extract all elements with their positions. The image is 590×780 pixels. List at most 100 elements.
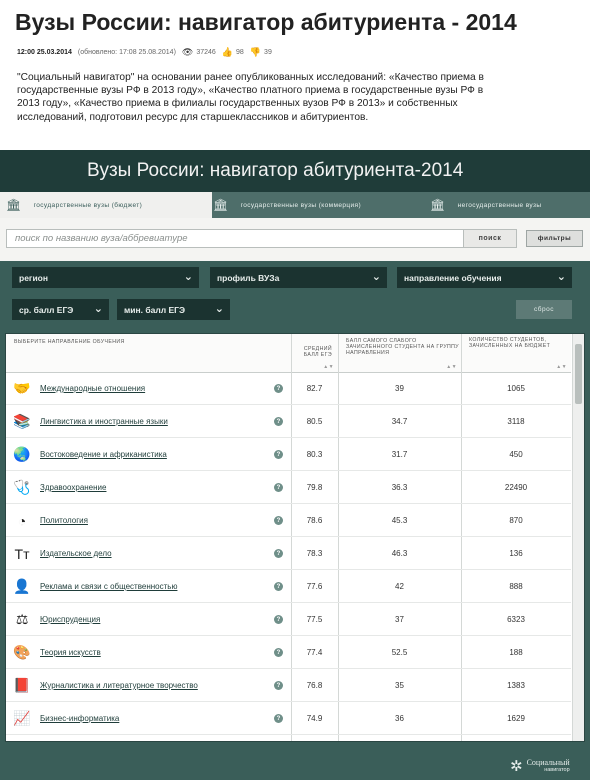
- likes-counter[interactable]: 👍 98: [222, 47, 244, 58]
- logo-text: Социальный: [526, 757, 570, 767]
- info-icon[interactable]: ?: [274, 417, 283, 426]
- student-count-cell: 1629: [507, 714, 525, 723]
- info-icon[interactable]: ?: [274, 615, 283, 624]
- tab-label: государственные вузы (бюджет): [33, 201, 143, 209]
- table-row[interactable]: 🎨 Теория искусств? 77.4 52.5 188: [6, 636, 571, 669]
- table-row[interactable]: 🩺 Здравоохранение? 79.8 36.3 22490: [6, 471, 571, 504]
- typography-icon: Tт: [14, 545, 30, 562]
- header-min-score[interactable]: балл самого слабого зачисленного студент…: [338, 334, 461, 372]
- table-scrollbar[interactable]: [572, 334, 584, 741]
- dislikes-counter[interactable]: 👎 39: [250, 47, 272, 58]
- navigator-widget: Вузы России: навигатор абитуриента-2014 …: [0, 150, 590, 780]
- header-avg-score[interactable]: средний балл егэ ▲▼: [291, 334, 338, 372]
- direction-link[interactable]: Здравоохранение: [40, 471, 106, 504]
- table-header: выберите направление обучения средний ба…: [6, 334, 571, 373]
- avg-score-cell: 80.3: [306, 450, 323, 459]
- thumbs-down-icon[interactable]: 👎: [250, 47, 261, 58]
- chevron-down-icon: ⌄: [183, 271, 193, 283]
- info-icon[interactable]: ?: [274, 648, 283, 657]
- direction-link[interactable]: Реклама и связи с общественностью: [40, 570, 177, 603]
- min-score-cell: 31.7: [391, 450, 408, 459]
- table-row[interactable]: 👤 Реклама и связи с общественностью? 77.6 4…: [6, 570, 571, 603]
- header-direction[interactable]: выберите направление обучения: [14, 339, 125, 345]
- student-count-cell: 1065: [507, 384, 525, 393]
- region-select[interactable]: регион ⌄: [12, 267, 199, 288]
- tab-state-budget[interactable]: 🏛 государственные вузы (бюджет): [0, 192, 212, 218]
- widget-title: Вузы России: навигатор абитуриента-2014: [87, 160, 464, 181]
- profile-select[interactable]: профиль ВУЗа ⌄: [210, 267, 387, 288]
- search-button[interactable]: поиск: [463, 229, 517, 248]
- update-date: (обновлено: 17:08 25.08.2014): [77, 49, 176, 56]
- avg-score-cell: 77.6: [306, 582, 323, 591]
- min-score-cell: 34.7: [391, 417, 408, 426]
- social-navigator-logo[interactable]: ✲ Социальный навигатор: [510, 757, 570, 775]
- avg-score-select[interactable]: ср. балл ЕГЭ ⌄: [12, 299, 109, 320]
- tab-label: негосударственные вузы: [457, 201, 542, 209]
- student-count-cell: 136: [509, 549, 523, 558]
- student-count-cell: 188: [509, 648, 523, 657]
- table-row[interactable]: Tт Издательское дело? 78.3 46.3 136: [6, 537, 571, 570]
- student-count-cell: 3118: [507, 417, 525, 426]
- table-row[interactable]: 🤝 Международные отношения? 82.7 39 1065: [6, 372, 571, 405]
- info-icon[interactable]: ?: [274, 450, 283, 459]
- books-icon: 📚: [13, 413, 31, 429]
- direction-link[interactable]: Политология: [40, 504, 88, 537]
- info-icon[interactable]: ?: [274, 549, 283, 558]
- tab-non-state[interactable]: 🏛 негосударственные вузы: [430, 192, 590, 218]
- min-score-cell: 52.5: [391, 648, 408, 657]
- sort-icon: ▲▼: [556, 363, 567, 370]
- info-icon[interactable]: ?: [274, 384, 283, 393]
- student-count-cell: 888: [509, 582, 523, 591]
- pie-chart-icon: ◔: [17, 512, 27, 529]
- line-chart-icon: 📈: [13, 710, 31, 726]
- table-row[interactable]: ⚖ Юриспруденция? 77.5 37 6323: [6, 603, 571, 636]
- search-input[interactable]: [6, 229, 478, 248]
- university-icon: 🏛: [213, 198, 229, 212]
- min-score-select[interactable]: мин. балл ЕГЭ ⌄: [117, 299, 230, 320]
- university-icon: 🏛: [6, 198, 22, 212]
- chevron-down-icon: ⌄: [214, 303, 224, 315]
- student-count-cell: 6323: [507, 615, 525, 624]
- avg-score-cell: 79.8: [306, 483, 323, 492]
- table-row[interactable]: 📕 Журналистика и литературное творчество?…: [6, 669, 571, 702]
- table-row[interactable]: 📚 Лингвистика и иностранные языки? 80.5 34.…: [6, 405, 571, 438]
- info-icon[interactable]: ?: [274, 582, 283, 591]
- direction-link[interactable]: Журналистика и литературное творчество: [40, 669, 198, 702]
- reset-button[interactable]: сброс: [516, 300, 572, 319]
- min-score-cell: 39: [395, 384, 404, 393]
- header-student-count[interactable]: количество студентов, зачисленных на бюд…: [461, 334, 571, 372]
- page-title: Вузы России: навигатор абитуриента - 201…: [15, 9, 517, 35]
- thumbs-up-icon[interactable]: 👍: [222, 47, 233, 58]
- table-row[interactable]: 🌏 Востоковедение и африканистика? 80.3 31.7…: [6, 438, 571, 471]
- direction-link[interactable]: Международные отношения: [40, 372, 145, 405]
- table-row[interactable]: 📈 Бизнес-информатика? 74.9 36 1629: [6, 702, 571, 735]
- info-icon[interactable]: ?: [274, 714, 283, 723]
- info-icon[interactable]: ?: [274, 516, 283, 525]
- min-score-cell: 45.3: [391, 516, 408, 525]
- handshake-icon: 🤝: [13, 380, 31, 396]
- info-icon[interactable]: ?: [274, 483, 283, 492]
- table-row[interactable]: ◔ Политология? 78.6 45.3 870: [6, 504, 571, 537]
- avg-score-cell: 76.8: [306, 681, 323, 690]
- direction-select[interactable]: направление обучения ⌄: [397, 267, 572, 288]
- info-icon[interactable]: ?: [274, 681, 283, 690]
- direction-link[interactable]: Бизнес-информатика: [40, 702, 119, 735]
- logo-subtext: навигатор: [544, 766, 570, 773]
- avg-score-cell: 74.9: [306, 714, 323, 723]
- min-score-cell: 46.3: [391, 549, 408, 558]
- person-icon: 👤: [13, 578, 31, 594]
- filters-button[interactable]: фильтры: [526, 230, 583, 247]
- direction-link[interactable]: Издательское дело: [40, 537, 112, 570]
- directions-table: выберите направление обучения средний ба…: [5, 333, 585, 742]
- widget-header: Вузы России: навигатор абитуриента-2014: [0, 150, 590, 192]
- direction-link[interactable]: Юриспруденция: [40, 603, 100, 636]
- direction-link[interactable]: Теория искусств: [40, 636, 101, 669]
- min-score-cell: 36: [395, 714, 404, 723]
- avg-score-cell: 77.4: [306, 648, 323, 657]
- scrollbar-thumb[interactable]: [575, 344, 582, 404]
- direction-link[interactable]: Востоковедение и африканистика: [40, 438, 167, 471]
- min-score-cell: 37: [395, 615, 404, 624]
- direction-link[interactable]: Лингвистика и иностранные языки: [40, 405, 168, 438]
- avg-score-cell: 77.5: [306, 615, 323, 624]
- tab-state-commercial[interactable]: 🏛 государственные вузы (коммерция): [213, 192, 413, 218]
